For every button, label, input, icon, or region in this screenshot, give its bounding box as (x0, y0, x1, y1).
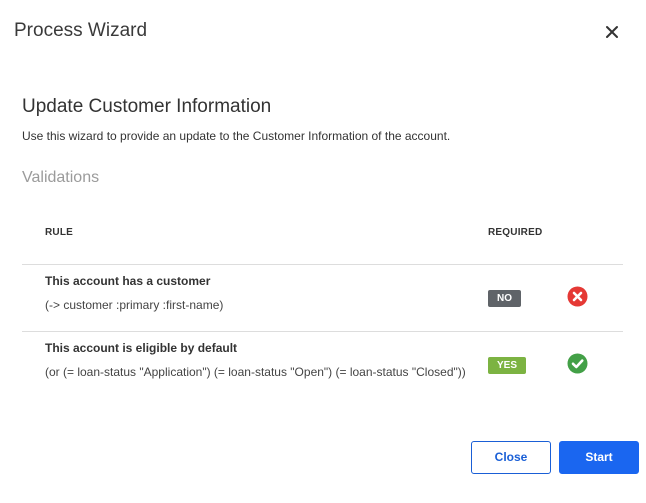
section-description: Use this wizard to provide an update to … (22, 129, 451, 143)
validations-heading: Validations (22, 169, 100, 186)
close-button[interactable]: Close (471, 441, 551, 474)
dialog-header: Process Wizard (0, 0, 646, 62)
dialog-title: Process Wizard (14, 20, 148, 41)
rule-title: This account is eligible by default (45, 341, 238, 355)
check-circle-icon (567, 353, 588, 374)
error-circle-icon (567, 286, 588, 307)
close-icon[interactable] (601, 21, 623, 43)
required-badge: NO (488, 290, 521, 307)
required-badge: YES (488, 357, 526, 374)
rule-expression: (-> customer :primary :first-name) (45, 298, 224, 312)
process-wizard-dialog: Process Wizard Update Customer Informati… (0, 0, 646, 503)
table-divider (22, 331, 623, 332)
rule-expression: (or (= loan-status "Application") (= loa… (45, 365, 466, 379)
column-header-rule: RULE (45, 227, 74, 238)
table-divider (22, 264, 623, 265)
rule-title: This account has a customer (45, 274, 211, 288)
column-header-required: REQUIRED (488, 227, 543, 238)
start-button[interactable]: Start (559, 441, 639, 474)
section-title: Update Customer Information (22, 96, 272, 117)
